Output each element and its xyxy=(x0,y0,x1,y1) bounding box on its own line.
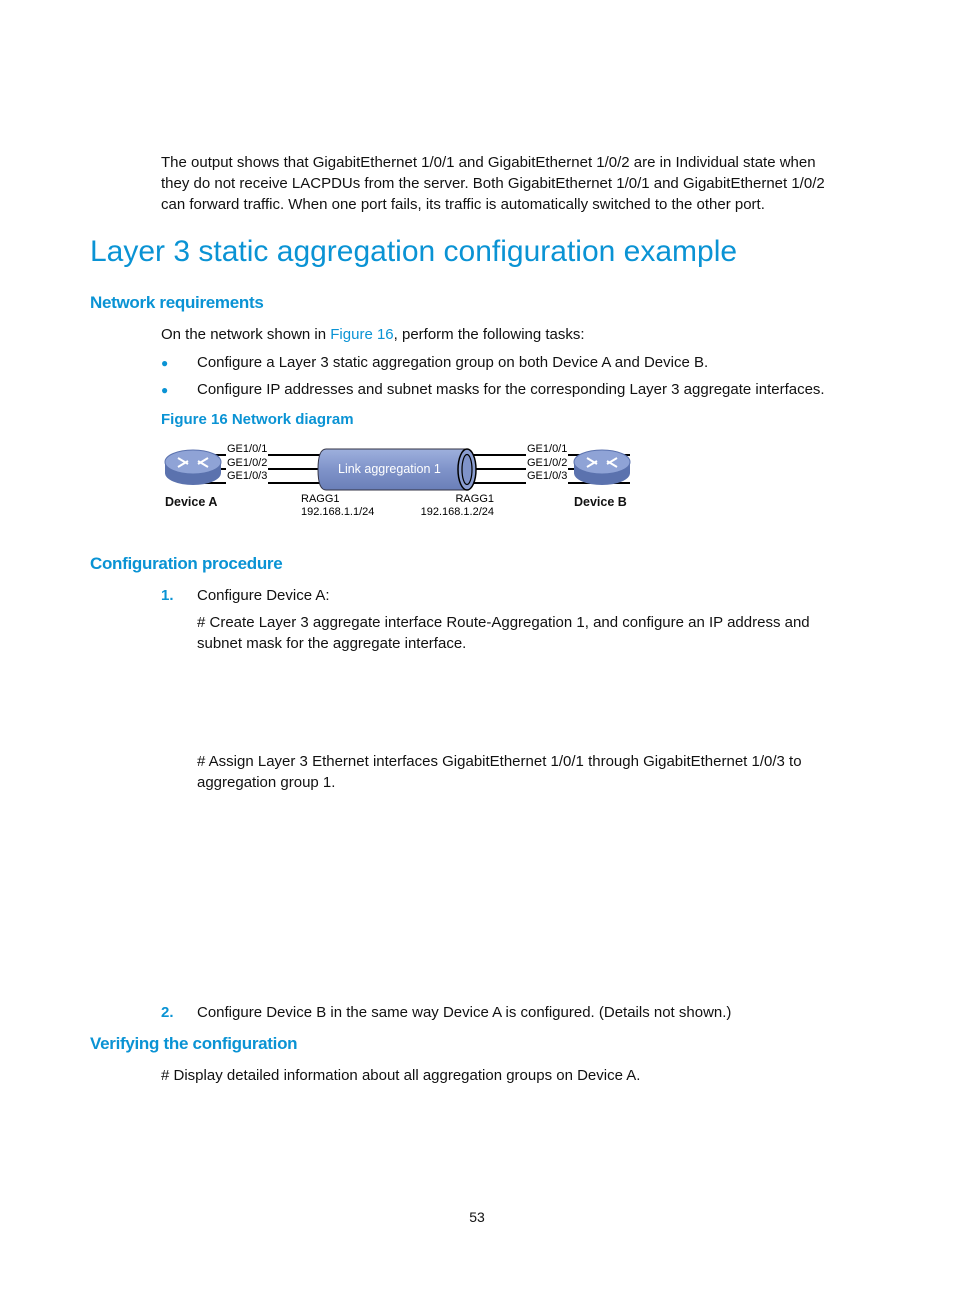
intro-paragraph: The output shows that GigabitEthernet 1/… xyxy=(161,152,825,215)
device-b-router-icon xyxy=(573,449,631,485)
text-line: The output shows that GigabitEthernet 1/… xyxy=(161,154,816,171)
bullet-icon: ● xyxy=(161,383,169,397)
port-label: GE1/0/1 xyxy=(526,443,569,457)
port-label: GE1/0/1 xyxy=(226,443,269,457)
device-a-label: Device A xyxy=(165,495,218,509)
ragg-name: RAGG1 xyxy=(301,493,340,505)
port-label: GE1/0/2 xyxy=(226,456,269,470)
link-aggregation-label: Link aggregation 1 xyxy=(338,462,441,476)
network-requirements-heading: Network requirements xyxy=(90,293,264,312)
text-line: they do not receive LACPDUs from the ser… xyxy=(161,175,825,192)
bullet-item: Configure a Layer 3 static aggregation g… xyxy=(197,354,709,371)
configuration-procedure-heading: Configuration procedure xyxy=(90,554,283,573)
port-label: GE1/0/3 xyxy=(526,470,569,484)
figure-caption: Figure 16 Network diagram xyxy=(161,411,354,428)
ragg-ip: 192.168.1.2/24 xyxy=(420,506,494,518)
text: On the network shown in xyxy=(161,326,331,343)
text-line: # Assign Layer 3 Ethernet interfaces Gig… xyxy=(197,753,802,770)
ragg-b-info: RAGG1 192.168.1.2/24 xyxy=(418,493,494,519)
device-b-ports: GE1/0/1 GE1/0/2 GE1/0/3 xyxy=(526,443,569,484)
text-line: # Create Layer 3 aggregate interface Rou… xyxy=(197,614,810,631)
port-label: GE1/0/3 xyxy=(226,470,269,484)
step-number: 1. xyxy=(161,587,174,604)
port-label: GE1/0/2 xyxy=(526,456,569,470)
section-title: Layer 3 static aggregation configuration… xyxy=(90,235,738,268)
bullet-icon: ● xyxy=(161,356,169,370)
bullet-item: Configure IP addresses and subnet masks … xyxy=(197,381,825,398)
step-number: 2. xyxy=(161,1004,174,1021)
step-1-comment-create: # Create Layer 3 aggregate interface Rou… xyxy=(197,612,810,654)
device-a-ports: GE1/0/1 GE1/0/2 GE1/0/3 xyxy=(226,443,269,484)
text: , perform the following tasks: xyxy=(393,326,585,343)
text-line: subnet mask for the aggregate interface. xyxy=(197,635,467,652)
step-1-comment-assign: # Assign Layer 3 Ethernet interfaces Gig… xyxy=(197,751,802,793)
ragg-name: RAGG1 xyxy=(455,493,494,505)
step-2: Configure Device B in the same way Devic… xyxy=(197,1004,732,1021)
figure-link[interactable]: Figure 16 xyxy=(330,326,393,343)
ragg-a-info: RAGG1 192.168.1.1/24 xyxy=(301,493,374,519)
ragg-ip: 192.168.1.1/24 xyxy=(301,506,375,518)
document-page: The output shows that GigabitEthernet 1/… xyxy=(0,0,954,1296)
text-line: can forward traffic. When one port fails… xyxy=(161,196,765,213)
step-1: Configure Device A: xyxy=(197,587,330,604)
page-number: 53 xyxy=(469,1209,485,1225)
verifying-comment: # Display detailed information about all… xyxy=(161,1067,641,1084)
device-a-router-icon xyxy=(164,449,222,485)
requirements-intro: On the network shown in Figure 16, perfo… xyxy=(161,324,585,345)
verifying-heading: Verifying the configuration xyxy=(90,1034,298,1053)
text-line: aggregation group 1. xyxy=(197,774,336,791)
device-b-label: Device B xyxy=(574,495,627,509)
